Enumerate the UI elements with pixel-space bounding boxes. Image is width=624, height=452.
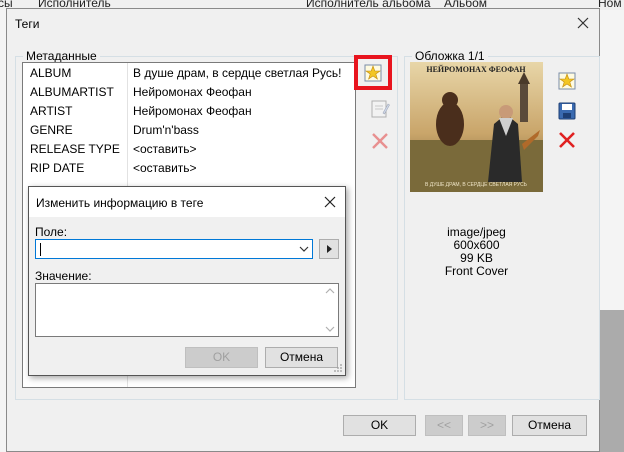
- tag-key: GENRE: [30, 123, 73, 137]
- tag-value: Drum'n'bass: [133, 123, 199, 137]
- value-textarea[interactable]: [35, 283, 339, 337]
- delete-tag-icon[interactable]: [369, 130, 391, 152]
- tag-value: <оставить>: [133, 161, 197, 175]
- cover-type: Front Cover: [444, 264, 509, 278]
- tag-row[interactable]: ALBUM В душе драм, в сердце светлая Русь…: [23, 63, 355, 82]
- delete-cover-icon[interactable]: [556, 129, 578, 151]
- cover-info: image/jpeg 600x600 99 KB Front Cover: [410, 226, 543, 278]
- chevron-down-icon[interactable]: [299, 244, 309, 254]
- edit-tag-popup: Изменить информацию в теге Поле: Значени…: [28, 186, 346, 376]
- album-cover-image: НЕЙРОМОНАХ ФЕОФАН В ДУШЕ ДРАМ, В СЕРДЦЕ …: [410, 62, 543, 192]
- tag-key: ALBUM: [30, 66, 72, 80]
- ok-button[interactable]: OK: [343, 415, 416, 436]
- field-combobox[interactable]: [35, 239, 313, 259]
- tag-row[interactable]: RIP DATE <оставить>: [23, 158, 355, 177]
- bg-col-number[interactable]: Ном: [598, 0, 622, 10]
- prev-button[interactable]: <<: [425, 415, 463, 436]
- bg-right-strip: [600, 10, 624, 310]
- field-label: Поле:: [35, 225, 68, 239]
- cover-band-text: НЕЙРОМОНАХ ФЕОФАН: [426, 65, 526, 74]
- add-tag-icon[interactable]: [362, 62, 384, 84]
- tag-value: <оставить>: [133, 142, 197, 156]
- tag-row[interactable]: GENRE Drum'n'bass: [23, 120, 355, 139]
- add-cover-icon[interactable]: [556, 70, 578, 92]
- close-icon[interactable]: [575, 15, 591, 31]
- edit-tag-icon[interactable]: [369, 98, 391, 120]
- tag-value: Нейромонах Феофан: [133, 85, 252, 99]
- tag-key: RELEASE TYPE: [30, 142, 120, 156]
- tag-row[interactable]: RELEASE TYPE <оставить>: [23, 139, 355, 158]
- popup-ok-button[interactable]: OK: [185, 347, 258, 368]
- tag-row[interactable]: ARTIST Нейромонах Феофан: [23, 101, 355, 120]
- save-cover-icon[interactable]: [556, 100, 578, 122]
- dialog-title: Теги: [15, 17, 40, 31]
- cancel-button[interactable]: Отмена: [512, 415, 587, 436]
- resize-grip-icon[interactable]: [333, 363, 343, 373]
- tag-value: Нейромонах Феофан: [133, 104, 252, 118]
- tag-key: RIP DATE: [30, 161, 85, 175]
- scrollbar[interactable]: [322, 284, 338, 336]
- popup-close-icon[interactable]: [323, 195, 337, 209]
- cover-group-label: Обложка 1/1: [412, 49, 488, 63]
- field-menu-button[interactable]: [319, 239, 339, 259]
- triangle-right-icon: [327, 245, 332, 253]
- value-label: Значение:: [35, 269, 92, 283]
- popup-titlebar: Изменить информацию в теге: [29, 187, 345, 217]
- tag-row[interactable]: ALBUMARTIST Нейромонах Феофан: [23, 82, 355, 101]
- tag-value: В душе драм, в сердце светлая Русь!: [133, 66, 342, 80]
- cover-bottom-text: В ДУШЕ ДРАМ, В СЕРДЦЕ СВЕТЛАЯ РУСЬ: [425, 182, 528, 188]
- text-caret: [40, 243, 41, 256]
- next-button[interactable]: >>: [468, 415, 506, 436]
- metadata-group-label: Метаданные: [23, 49, 100, 63]
- tag-key: ARTIST: [30, 104, 73, 118]
- popup-title: Изменить информацию в теге: [36, 196, 204, 210]
- tag-key: ALBUMARTIST: [30, 85, 114, 99]
- popup-cancel-button[interactable]: Отмена: [265, 347, 338, 368]
